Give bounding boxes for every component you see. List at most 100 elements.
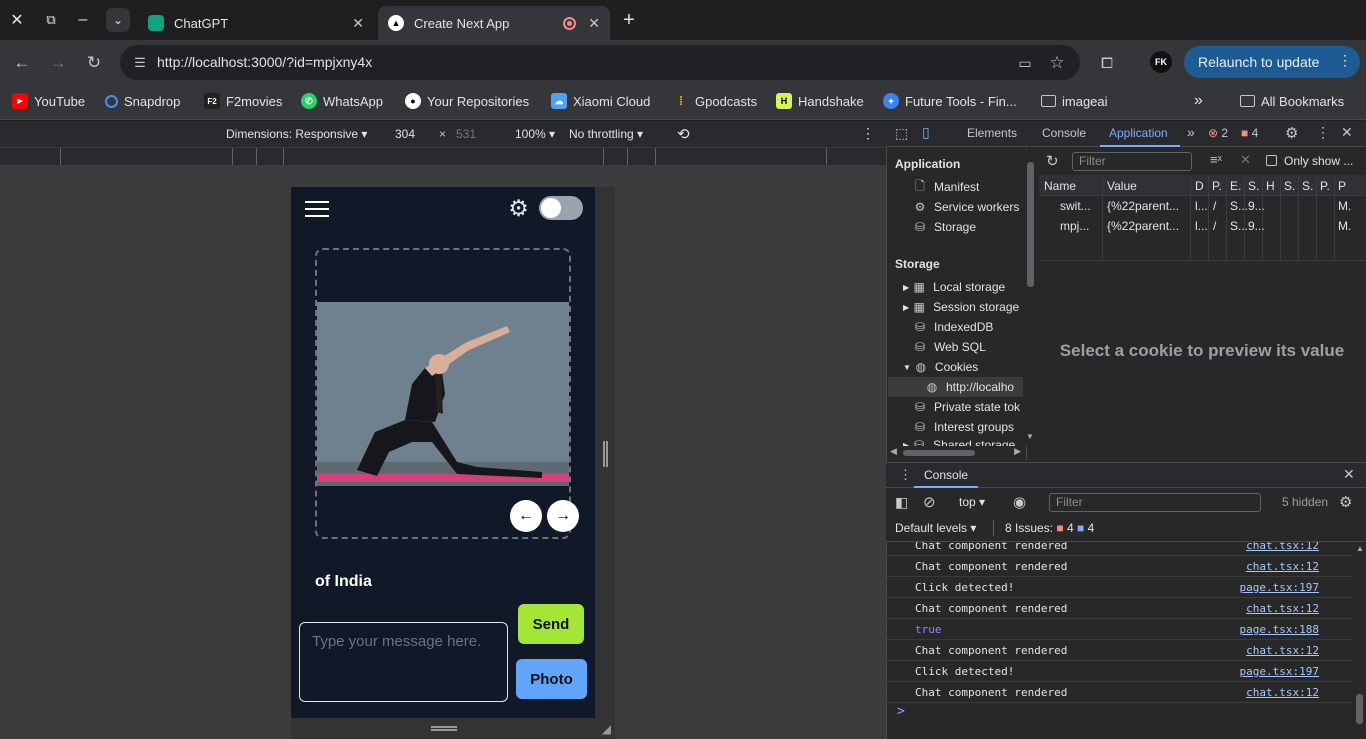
log-source-link[interactable]: chat.tsx:12 [1246,602,1319,615]
more-bookmarks-icon[interactable]: » [1194,92,1203,110]
horizontal-scrollbar[interactable]: ◀ ▶ [888,446,1023,460]
column-header-domain[interactable]: D [1195,179,1204,193]
close-tab-icon[interactable]: ✕ [588,15,600,32]
console-prompt[interactable]: > [897,704,905,719]
url-text[interactable]: http://localhost:3000/?id=mpjxny4x [157,54,372,70]
camera-icon[interactable]: ▭ [1013,51,1037,75]
menu-icon[interactable] [305,199,329,219]
new-tab-icon[interactable]: + [617,8,641,32]
tab-console[interactable]: Console [1042,126,1086,140]
column-header-expires[interactable]: E. [1230,179,1241,193]
clear-console-icon[interactable]: ⊘ [923,493,936,511]
restore-window-icon[interactable]: ⧉ [39,8,63,32]
bookmark-youtube[interactable]: ▶ YouTube [12,92,85,110]
sidebar-item-local-storage[interactable]: ▶ ▦ Local storage [903,280,1005,294]
relaunch-button[interactable]: Relaunch to update ⋮ [1184,46,1360,78]
sidebar-item-indexeddb[interactable]: ⛁ IndexedDB [913,320,993,334]
column-header-samesite[interactable]: S. [1302,179,1313,193]
sidebar-item-web-sql[interactable]: ⛁ Web SQL [913,340,986,354]
bookmark-handshake[interactable]: H Handshake [776,92,864,110]
console-scrollbar[interactable]: ▲ [1353,542,1366,739]
carousel-prev-button[interactable]: ← [510,500,542,532]
height-input[interactable]: 531 [456,127,476,141]
resize-handle-right[interactable] [595,187,615,718]
log-source-link[interactable]: page.tsx:197 [1240,665,1319,678]
inspect-element-icon[interactable]: ⬚ [895,125,908,142]
log-source-link[interactable]: page.tsx:197 [1240,581,1319,594]
resize-handle-bottom[interactable]: ◢ [291,718,615,739]
bookmark-gpodcasts[interactable]: ⁞ Gpodcasts [673,92,757,110]
rotate-icon[interactable]: ⟲ [677,125,690,143]
log-source-link[interactable]: chat.tsx:12 [1246,686,1319,699]
profile-avatar[interactable]: FK [1150,51,1172,73]
live-expression-eye-icon[interactable]: ◉ [1013,493,1026,511]
column-header-httponly[interactable]: H [1266,179,1275,193]
sidebar-item-session-storage[interactable]: ▶ ▦ Session storage [903,300,1019,314]
extensions-icon[interactable]: ⧠ [1095,51,1119,75]
column-header-path[interactable]: P. [1212,179,1222,193]
sidebar-item-storage[interactable]: ⛁ Storage [913,220,976,234]
column-header-value[interactable]: Value [1107,179,1137,193]
log-source-link[interactable]: page.tsx:188 [1240,623,1319,636]
tab-application[interactable]: Application [1109,126,1168,140]
sidebar-toggle-icon[interactable]: ◧ [895,494,908,511]
back-icon[interactable]: ← [10,51,34,75]
message-input[interactable]: Type your message here. [299,622,508,702]
log-source-link[interactable]: chat.tsx:12 [1246,542,1319,552]
sidebar-item-interest-groups[interactable]: ⛁ Interest groups [913,420,1014,434]
drawer-close-icon[interactable]: ✕ [1343,466,1355,483]
bookmark-future-tools[interactable]: ✦ Future Tools - Fin... [883,92,1017,110]
column-header-partition[interactable]: P. [1320,179,1330,193]
sidebar-item-manifest[interactable]: 🗋 Manifest [913,179,979,195]
device-toggle-icon[interactable]: ▯ [922,124,930,141]
devtools-settings-icon[interactable]: ⚙ [1285,124,1298,142]
forward-icon[interactable]: → [46,51,70,75]
sidebar-item-shared-storage[interactable]: ▶ ⛁ Shared storage [903,438,1015,446]
theme-toggle[interactable] [539,196,583,220]
send-button[interactable]: Send [518,604,584,644]
refresh-icon[interactable]: ↻ [1046,152,1059,170]
device-more-icon[interactable]: ⋮ [861,125,875,142]
column-header-name[interactable]: Name [1044,179,1076,193]
log-source-link[interactable]: chat.tsx:12 [1246,644,1319,657]
console-filter-input[interactable]: Filter [1049,493,1261,512]
bookmark-star-icon[interactable]: ☆ [1045,51,1069,75]
sidebar-item-cookies[interactable]: ▼ ◍ Cookies [903,360,978,374]
close-window-icon[interactable]: ✕ [5,8,29,32]
width-input[interactable]: 304 [395,127,415,141]
clear-filtered-icon[interactable]: ≡ˣ [1210,152,1222,167]
devtools-close-icon[interactable]: ✕ [1341,124,1353,141]
warning-count[interactable]: ■ 4 [1241,126,1258,140]
more-tabs-icon[interactable]: » [1187,124,1195,140]
devtools-menu-icon[interactable]: ⋮ [1316,124,1330,141]
column-header-priority[interactable]: P [1338,179,1346,193]
bookmark-imageai[interactable]: imageai [1041,92,1108,110]
bookmark-whatsapp[interactable]: ✆ WhatsApp [301,92,383,110]
photo-button[interactable]: Photo [516,659,587,699]
bookmark-f2movies[interactable]: F2 F2movies [204,92,282,110]
bookmark-xiaomi-cloud[interactable]: ☁ Xiaomi Cloud [551,92,650,110]
carousel-next-button[interactable]: → [547,500,579,532]
bookmark-your-repositories[interactable]: ● Your Repositories [405,92,529,110]
close-tab-icon[interactable]: ✕ [352,15,364,32]
context-select[interactable]: top ▾ [959,495,985,509]
delete-selected-icon[interactable]: ✕ [1240,152,1251,168]
sidebar-item-service-workers[interactable]: ⚙ Service workers [913,200,1020,214]
vertical-scrollbar[interactable]: ▼ [1024,150,1037,446]
settings-gear-icon[interactable]: ⚙ [506,196,531,221]
error-count[interactable]: ⊗ 2 [1208,126,1228,140]
sidebar-item-cookie-origin[interactable]: ◍ http://localho [925,380,1014,394]
tab-create-next-app[interactable]: ▲ Create Next App ✕ [378,6,610,40]
log-levels-select[interactable]: Default levels ▾ [895,521,976,535]
minimize-window-icon[interactable]: – [71,8,95,32]
tab-elements[interactable]: Elements [967,126,1017,140]
zoom-select[interactable]: 100% ▾ [515,127,555,141]
bookmark-snapdrop[interactable]: Snapdrop [105,92,180,110]
column-header-size[interactable]: S. [1248,179,1259,193]
drawer-tab-console[interactable]: Console [924,468,968,482]
tab-search-icon[interactable]: ⌄ [106,8,130,32]
all-bookmarks[interactable]: All Bookmarks [1240,92,1344,110]
issues-link[interactable]: 8 Issues: ■ 4 ■ 4 [1005,521,1094,535]
only-show-checkbox[interactable] [1266,155,1277,166]
sidebar-item-private-state-tokens[interactable]: ⛁ Private state tok [913,400,1020,414]
